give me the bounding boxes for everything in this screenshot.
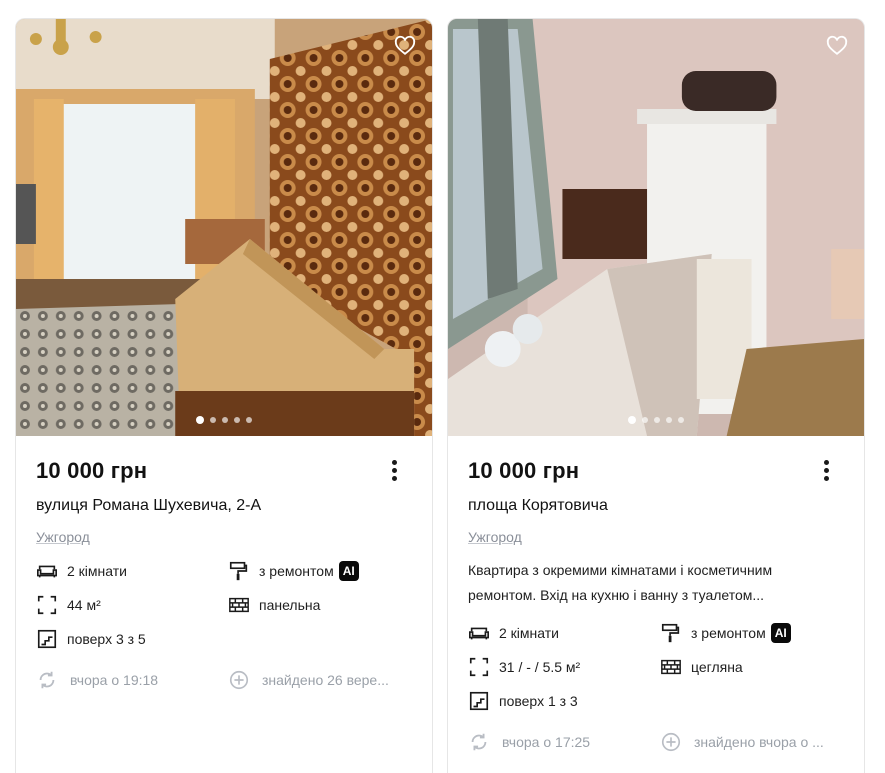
brick-wall-icon (229, 597, 249, 613)
plus-circle-icon (229, 670, 249, 690)
plus-circle-icon (661, 732, 681, 752)
heart-icon[interactable] (826, 35, 848, 57)
found-date: знайдено 26 вере... (228, 668, 428, 692)
photo-pagination[interactable] (448, 416, 864, 424)
property-area: 44 м² (36, 594, 228, 616)
area-frame-icon (469, 657, 489, 677)
paint-roller-icon (661, 623, 680, 643)
updated-time: вчора о 19:18 (36, 668, 228, 692)
listing-properties: 2 кімнати з ремонтом AI 44 м² панельна п… (36, 560, 412, 650)
property-building: цегляна (660, 656, 850, 678)
sofa-icon (37, 565, 57, 578)
listing-price: 10 000 грн (36, 458, 148, 483)
kebab-menu-icon[interactable] (384, 460, 404, 484)
paint-roller-icon (229, 561, 248, 581)
listing-meta: вчора о 19:18 знайдено 26 вере... (36, 668, 412, 692)
ai-badge: AI (770, 623, 791, 643)
property-renovation: з ремонтом AI (228, 560, 418, 582)
property-floor: поверх 1 з 3 (468, 690, 660, 712)
room-photo (16, 19, 432, 436)
area-frame-icon (37, 595, 57, 615)
listing-card[interactable]: 10 000 грн вулиця Романа Шухевича, 2-А У… (15, 18, 433, 773)
property-rooms: 2 кімнати (468, 622, 660, 644)
kitchen-photo (448, 19, 864, 436)
refresh-icon (471, 733, 487, 751)
updated-time: вчора о 17:25 (468, 730, 660, 754)
listings-grid: 10 000 грн вулиця Романа Шухевича, 2-А У… (0, 0, 885, 773)
stairs-icon (469, 691, 489, 711)
listing-properties: 2 кімнати з ремонтом AI 31 / - / 5.5 м² … (468, 622, 844, 712)
listing-body: 10 000 грн площа Корятовича Ужгород Квар… (448, 436, 864, 754)
listing-card[interactable]: 10 000 грн площа Корятовича Ужгород Квар… (447, 18, 865, 773)
listing-address[interactable]: площа Корятовича (468, 494, 844, 518)
found-date: знайдено вчора о ... (660, 730, 860, 754)
brick-wall-icon (661, 659, 681, 675)
listing-photo[interactable] (448, 19, 864, 436)
property-area: 31 / - / 5.5 м² (468, 656, 660, 678)
listing-city-link[interactable]: Ужгород (468, 526, 522, 548)
listing-description: Квартира з окремими кімнатами і косметич… (468, 562, 773, 603)
property-rooms: 2 кімнати (36, 560, 228, 582)
listing-body: 10 000 грн вулиця Романа Шухевича, 2-А У… (16, 436, 432, 692)
refresh-icon (39, 671, 55, 689)
ai-badge: AI (338, 561, 359, 581)
listing-city-link[interactable]: Ужгород (36, 526, 90, 548)
property-floor: поверх 3 з 5 (36, 628, 228, 650)
photo-pagination[interactable] (16, 416, 432, 424)
sofa-icon (469, 627, 489, 640)
property-renovation: з ремонтом AI (660, 622, 850, 644)
stairs-icon (37, 629, 57, 649)
property-building: панельна (228, 594, 418, 616)
listing-meta: вчора о 17:25 знайдено вчора о ... (468, 730, 844, 754)
listing-photo[interactable] (16, 19, 432, 436)
listing-price: 10 000 грн (468, 458, 580, 483)
heart-icon[interactable] (394, 35, 416, 57)
kebab-menu-icon[interactable] (816, 460, 836, 484)
listing-address[interactable]: вулиця Романа Шухевича, 2-А (36, 494, 412, 518)
